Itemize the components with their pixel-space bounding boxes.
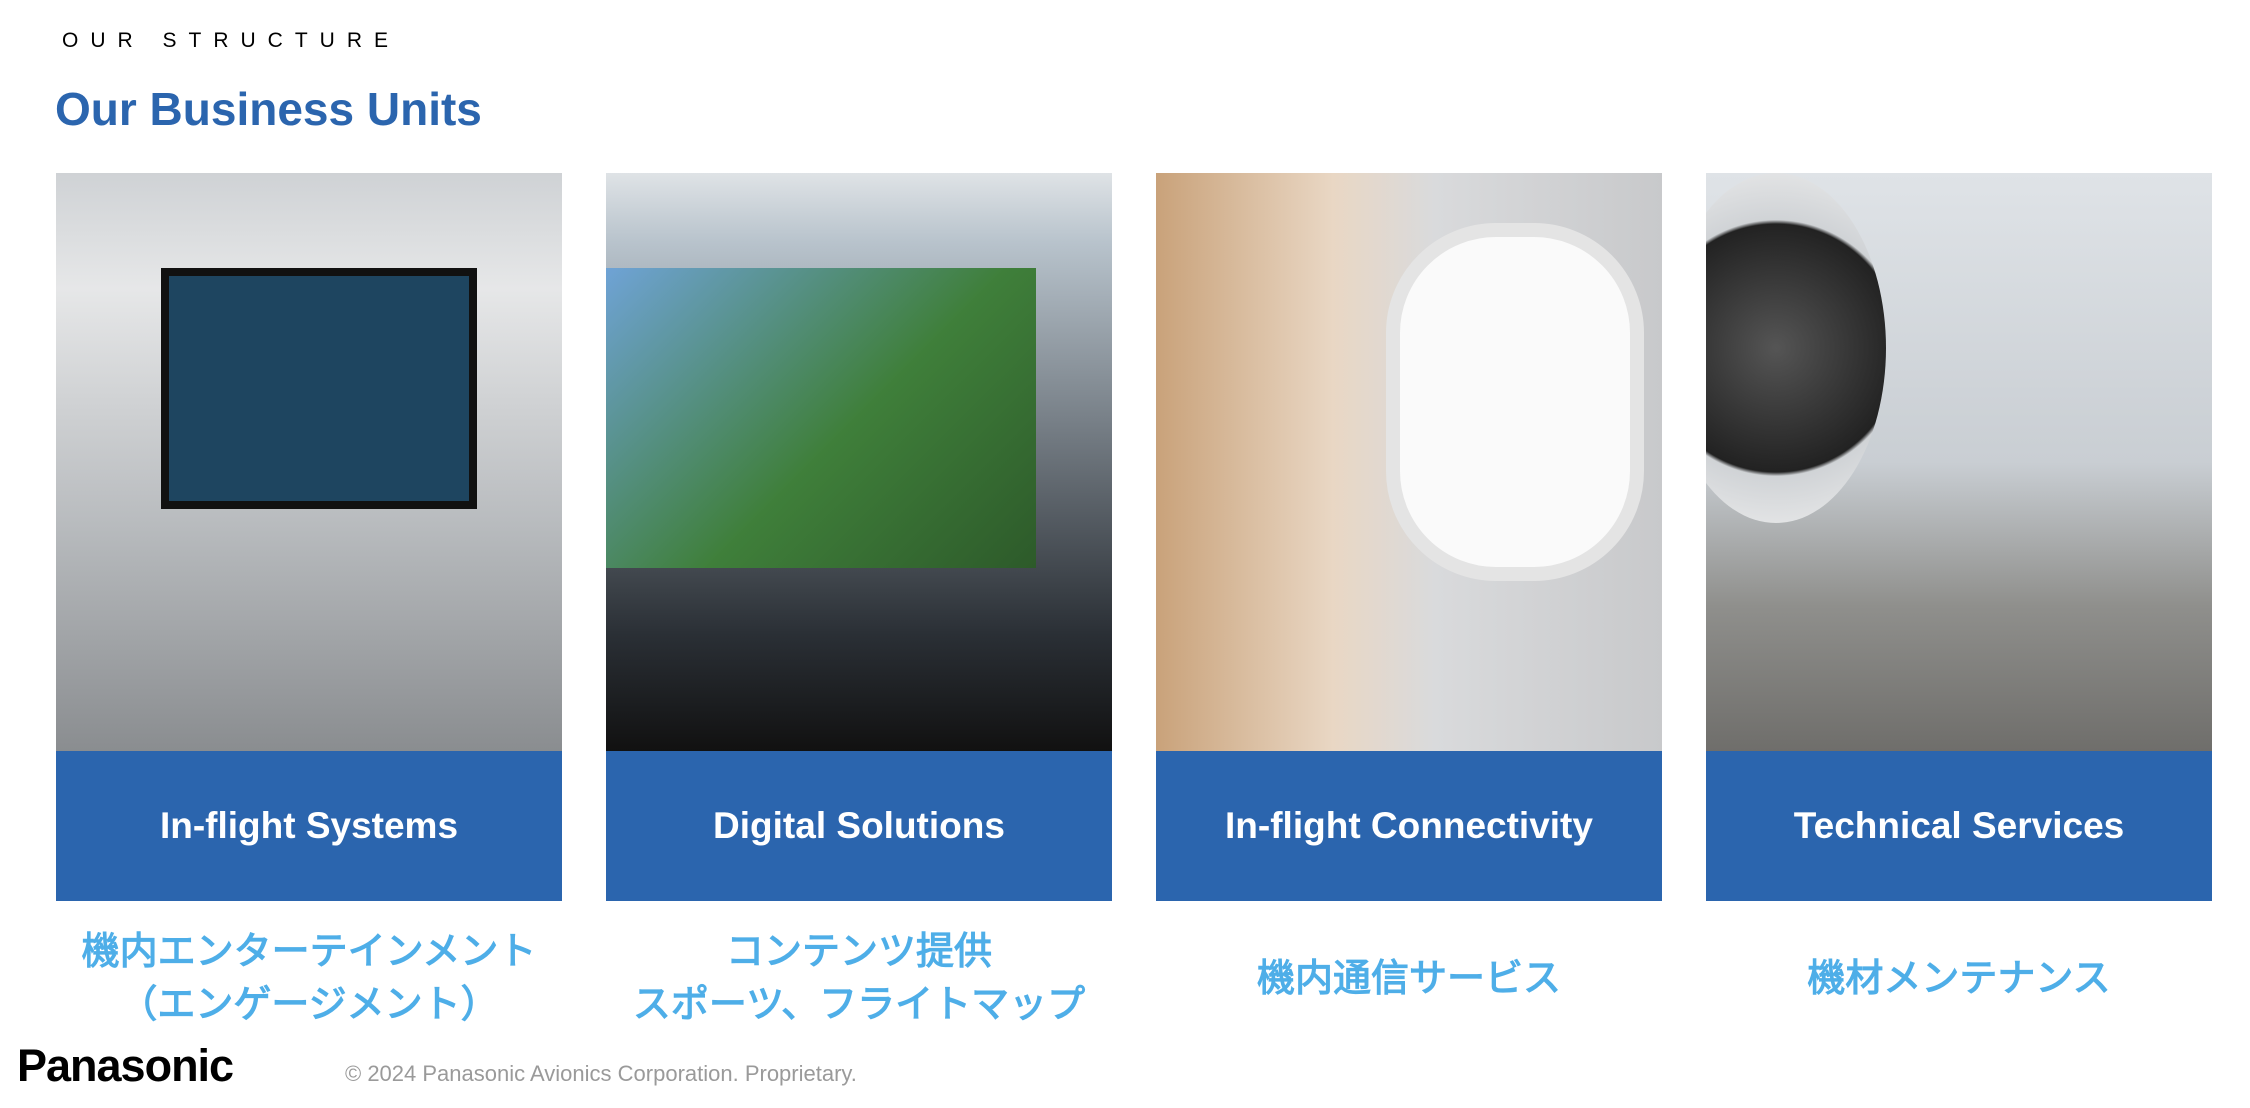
jp-line: スポーツ、フライトマップ: [632, 982, 1086, 1026]
unit-label: Technical Services: [1706, 751, 2212, 901]
unit-description-jp: 機材メンテナンス: [1706, 923, 2212, 1033]
unit-description-jp: 機内通信サービス: [1156, 923, 1662, 1033]
unit-label: In-flight Connectivity: [1156, 751, 1662, 901]
business-unit-card: In-flight Systems 機内エンターテインメント （エンゲージメント…: [56, 173, 562, 1033]
football-on-seat-screen-photo: [606, 173, 1112, 751]
jp-line: 機内通信サービス: [1256, 955, 1561, 1000]
passenger-with-phone-photo: [1156, 173, 1662, 751]
technicians-by-aircraft-photo: [1706, 173, 2212, 751]
jp-line: 機材メンテナンス: [1807, 955, 2111, 1000]
seatback-screen-photo: [56, 173, 562, 751]
business-unit-card: Technical Services 機材メンテナンス: [1706, 173, 2212, 1033]
copyright-text: © 2024 Panasonic Avionics Corporation. P…: [345, 1061, 857, 1086]
unit-description-jp: コンテンツ提供 スポーツ、フライトマップ: [606, 923, 1112, 1033]
jp-line: 機内エンターテインメント: [81, 929, 537, 973]
section-eyebrow: OUR STRUCTURE: [62, 29, 400, 52]
jp-line: コンテンツ提供: [725, 929, 992, 973]
unit-label: Digital Solutions: [606, 751, 1112, 901]
unit-label: In-flight Systems: [56, 751, 562, 901]
panasonic-logo: Panasonic: [17, 1040, 234, 1091]
unit-description-jp: 機内エンターテインメント （エンゲージメント）: [56, 923, 562, 1033]
page-title: Our Business Units: [55, 83, 482, 135]
jp-line: （エンゲージメント）: [119, 982, 499, 1026]
business-unit-card: In-flight Connectivity 機内通信サービス: [1156, 173, 1662, 1033]
business-unit-card: Digital Solutions コンテンツ提供 スポーツ、フライトマップ: [606, 173, 1112, 1033]
